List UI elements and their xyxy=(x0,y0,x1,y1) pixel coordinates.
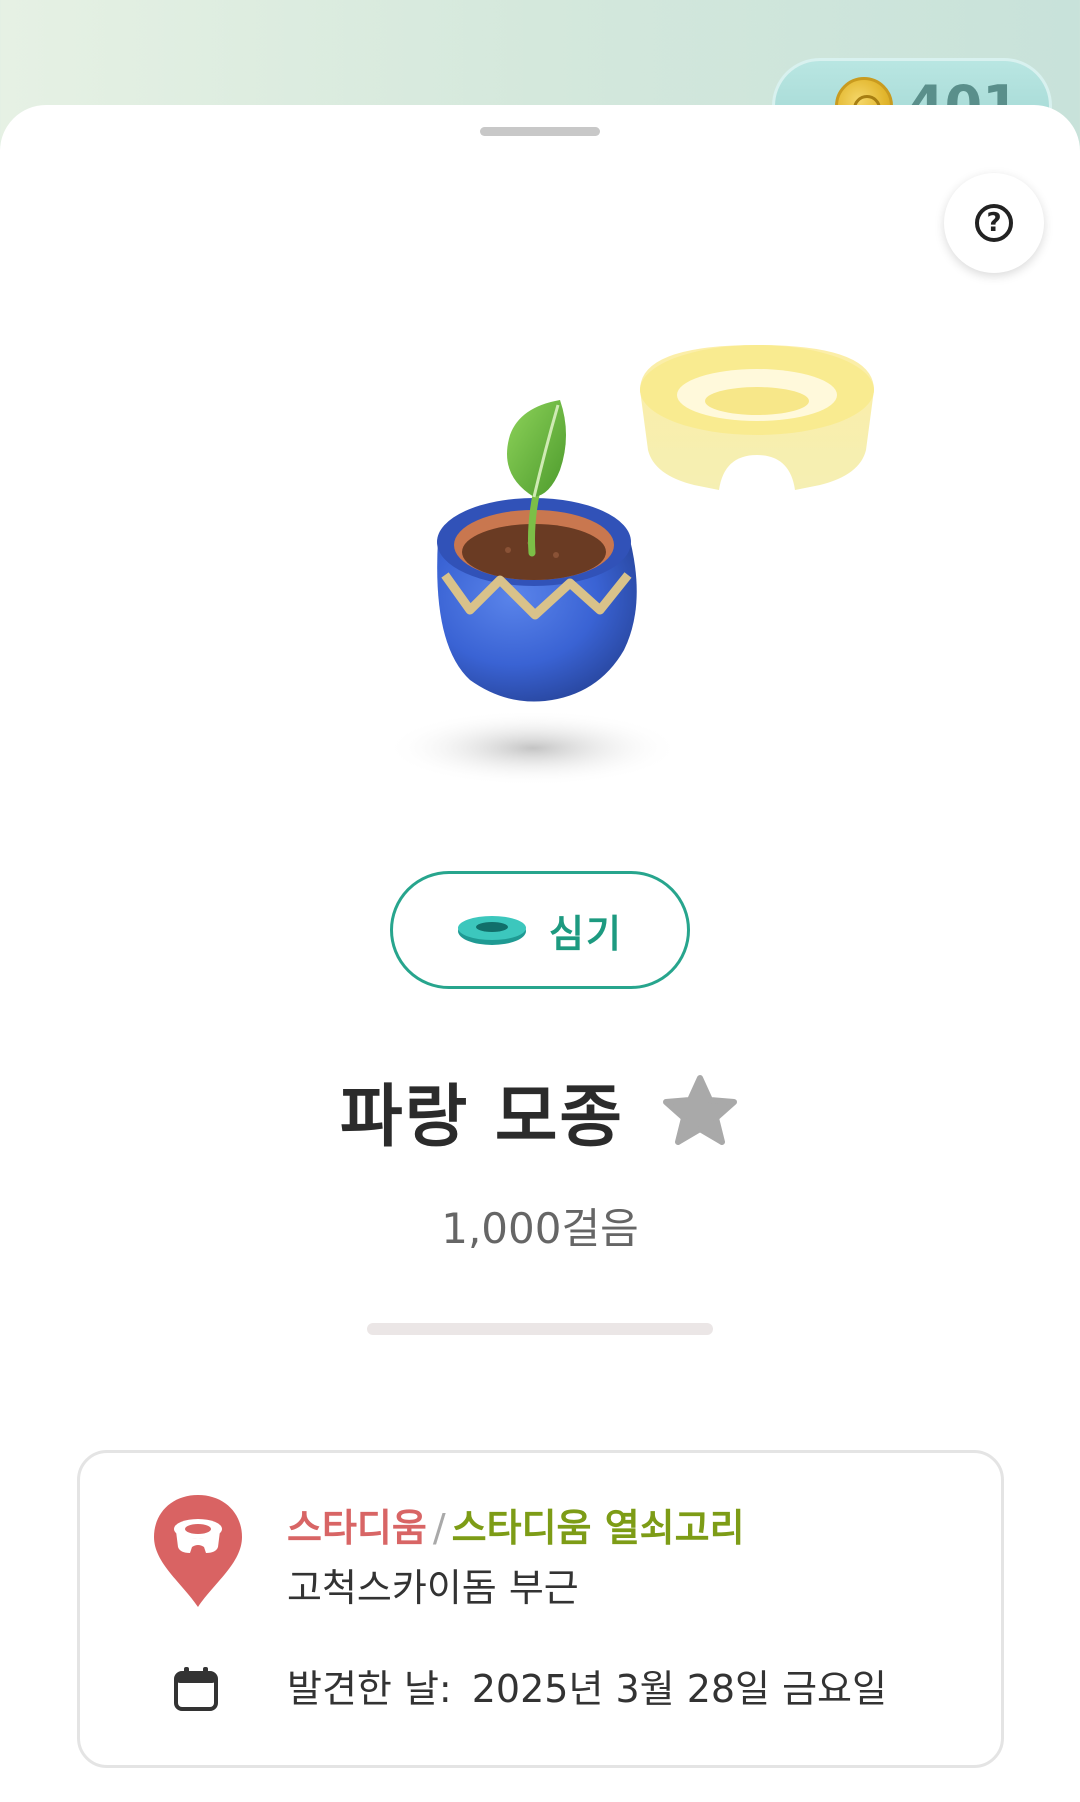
discovery-info-card: 스타디움 / 스타디움 열쇠고리 고척스카이돔 부근 발견한 날: 2025년 3월 … xyxy=(77,1450,1004,1768)
star-icon[interactable] xyxy=(660,1072,740,1152)
step-progress-bar xyxy=(367,1323,713,1335)
plant-button[interactable]: 심기 xyxy=(390,871,690,989)
calendar-icon xyxy=(174,1667,218,1711)
detail-sheet: ? 심기 파랑 모종 1,000걸음 스타디움 / 스타디움 열쇠고리 고척스카… xyxy=(0,105,1080,1802)
pot-shadow xyxy=(385,710,681,786)
seedling-illustration xyxy=(385,345,874,786)
location-category[interactable]: 스타디움 xyxy=(287,1506,427,1550)
plant-button-label: 심기 xyxy=(549,911,623,956)
item-title-row: 파랑 모종 xyxy=(0,1065,1080,1157)
stadium-pin-icon xyxy=(154,1495,242,1607)
stadium-icon xyxy=(640,345,874,490)
location-category-line: 스타디움 / 스타디움 열쇠고리 xyxy=(287,1497,745,1552)
item-name: 파랑 모종 xyxy=(340,1077,624,1157)
found-date-line: 발견한 날: 2025년 3월 28일 금요일 xyxy=(287,1658,887,1713)
location-separator: / xyxy=(432,1506,446,1550)
found-date-label: 발견한 날: xyxy=(287,1667,452,1711)
pot-icon xyxy=(437,498,637,702)
pot-dish-icon xyxy=(458,916,527,945)
location-subcategory[interactable]: 스타디움 열쇠고리 xyxy=(452,1506,745,1550)
required-steps: 1,000걸음 xyxy=(441,1204,639,1253)
location-place: 고척스카이돔 부근 xyxy=(287,1566,579,1610)
found-date-value: 2025년 3월 28일 금요일 xyxy=(471,1667,887,1711)
